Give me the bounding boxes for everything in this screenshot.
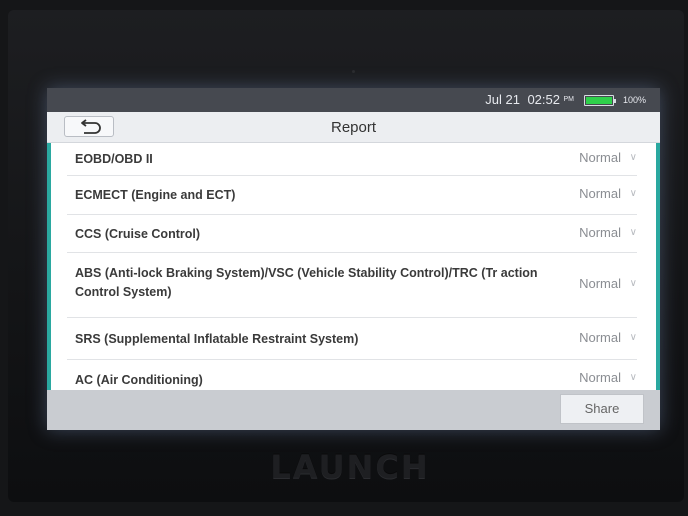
system-label: ECMECT (Engine and ECT) (75, 188, 236, 202)
system-status: Normal (579, 370, 621, 385)
share-button[interactable]: Share (560, 394, 644, 424)
list-item-srs[interactable]: SRS (Supplemental Inflatable Restraint S… (67, 318, 637, 360)
list-item-ccs[interactable]: CCS (Cruise Control) Normal ∨ (67, 215, 637, 253)
camera-icon (352, 70, 355, 73)
system-label: AC (Air Conditioning) (75, 373, 203, 387)
list-item-abs[interactable]: ABS (Anti-lock Braking System)/VSC (Vehi… (67, 253, 637, 318)
battery-tip (614, 99, 616, 103)
status-date: Jul 21 (485, 92, 520, 107)
system-status: Normal (579, 150, 621, 165)
list-item-ac[interactable]: AC (Air Conditioning) Normal ∨ (67, 360, 637, 390)
chevron-down-icon: ∨ (629, 152, 637, 163)
system-label: ABS (Anti-lock Braking System)/VSC (Vehi… (75, 266, 538, 299)
page-title: Report (330, 119, 377, 136)
system-label: EOBD/OBD II (75, 152, 153, 166)
list-item-eobd[interactable]: EOBD/OBD II Normal ∨ (67, 143, 637, 176)
chevron-down-icon: ∨ (629, 372, 637, 383)
chevron-down-icon: ∨ (629, 332, 637, 343)
status-time: 02:52 (527, 92, 560, 107)
chevron-down-icon: ∨ (629, 188, 637, 199)
system-label: CCS (Cruise Control) (75, 227, 200, 241)
system-status: Normal (579, 330, 621, 345)
title-bar: Report (47, 112, 660, 143)
system-status: Normal (579, 276, 621, 291)
battery-level-fill (586, 97, 612, 104)
battery-percent: 100% (622, 95, 646, 105)
battery-icon (584, 95, 616, 106)
chevron-down-icon: ∨ (629, 278, 637, 289)
device-brand-logo: LAUNCH (270, 448, 430, 486)
report-list[interactable]: EOBD/OBD II Normal ∨ ECMECT (Engine and … (47, 143, 660, 390)
list-accent-right (656, 143, 660, 390)
system-status: Normal (579, 186, 621, 201)
bottom-toolbar: Share (47, 390, 660, 430)
list-item-ecmect[interactable]: ECMECT (Engine and ECT) Normal ∨ (67, 176, 637, 215)
chevron-down-icon: ∨ (629, 227, 637, 238)
list-accent-left (47, 143, 51, 390)
system-status: Normal (579, 225, 621, 240)
status-bar: Jul 21 02:52 PM 100% (47, 88, 660, 112)
status-ampm: PM (563, 96, 575, 103)
system-label: SRS (Supplemental Inflatable Restraint S… (75, 332, 359, 346)
device-screen: Jul 21 02:52 PM 100% Report EOBD/OBD II … (47, 88, 660, 430)
